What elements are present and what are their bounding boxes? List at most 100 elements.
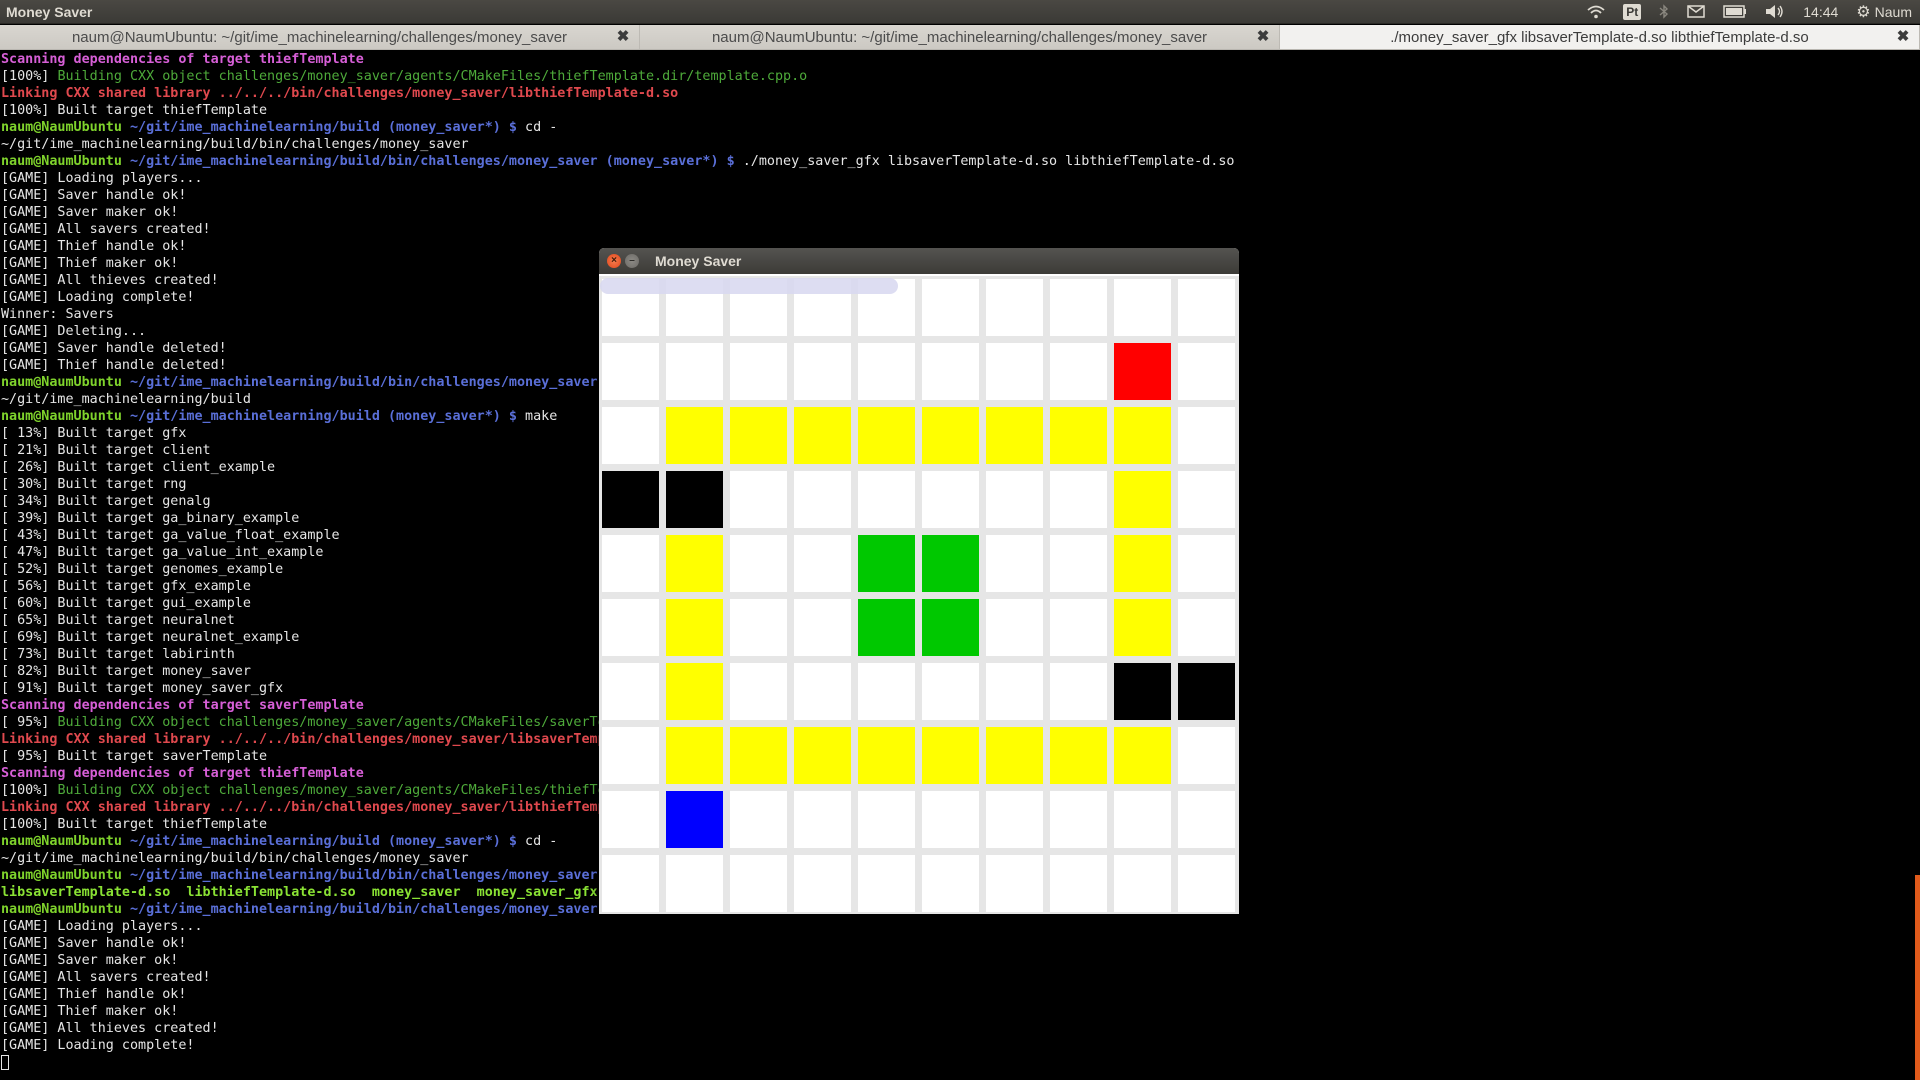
clock[interactable]: 14:44 xyxy=(1803,4,1838,20)
terminal-text: naum@NaumUbuntu xyxy=(1,409,122,424)
terminal-cursor xyxy=(1,1054,9,1070)
terminal-text: ./money_saver_gfx libsaverTemplate-d.so … xyxy=(734,154,1235,169)
empty-cell xyxy=(602,407,659,464)
keyboard-layout-indicator[interactable]: Pt xyxy=(1623,3,1642,20)
empty-cell xyxy=(1178,791,1235,848)
wall-cell xyxy=(1050,407,1107,464)
wall-cell xyxy=(794,407,851,464)
tab-label: naum@NaumUbuntu: ~/git/ime_machinelearni… xyxy=(711,28,1208,46)
terminal-text: [100%] Built target thiefTemplate xyxy=(1,817,268,832)
terminal-text: [GAME] Saver handle deleted! xyxy=(1,341,227,356)
empty-cell xyxy=(986,343,1043,400)
close-icon[interactable]: ✖ xyxy=(1255,29,1271,45)
terminal-text: [GAME] Thief handle deleted! xyxy=(1,358,227,373)
terminal-line: Scanning dependencies of target thiefTem… xyxy=(1,51,1920,68)
window-close-icon[interactable]: × xyxy=(607,254,621,268)
terminal-tab-3[interactable]: ./money_saver_gfx libsaverTemplate-d.so … xyxy=(1280,25,1920,49)
mail-icon[interactable] xyxy=(1687,5,1705,18)
terminal-text: [ 34%] Built target genalg xyxy=(1,494,211,509)
money-cell xyxy=(922,535,979,592)
terminal-text: [ 95%] Built target saverTemplate xyxy=(1,749,268,764)
indicator-area: Pt 14:44 ⚙ Naum xyxy=(1587,2,1920,22)
terminal-line: [GAME] All savers created! xyxy=(1,969,1920,986)
battery-icon[interactable] xyxy=(1723,5,1747,18)
empty-cell xyxy=(986,855,1043,912)
wifi-icon[interactable] xyxy=(1587,5,1605,19)
close-icon[interactable]: ✖ xyxy=(1895,29,1911,45)
terminal-line: Linking CXX shared library ../../../bin/… xyxy=(1,85,1920,102)
wall-cell xyxy=(858,727,915,784)
terminal-line: [GAME] All savers created! xyxy=(1,221,1920,238)
empty-cell xyxy=(922,791,979,848)
terminal-text: [GAME] Loading players... xyxy=(1,919,203,934)
terminal-tab-1[interactable]: naum@NaumUbuntu: ~/git/ime_machinelearni… xyxy=(0,25,640,49)
empty-cell xyxy=(858,471,915,528)
terminal-text: [GAME] Thief maker ok! xyxy=(1,1004,179,1019)
terminal-text: [GAME] Loading players... xyxy=(1,171,203,186)
terminal-text: Building CXX object challenges/money_sav… xyxy=(57,69,808,84)
empty-cell xyxy=(1050,343,1107,400)
tab-label: ./money_saver_gfx libsaverTemplate-d.so … xyxy=(1390,28,1809,46)
terminal-line: [GAME] Loading complete! xyxy=(1,1037,1920,1054)
terminal-text: [ 43%] Built target ga_value_float_examp… xyxy=(1,528,340,543)
terminal-text: [GAME] Saver maker ok! xyxy=(1,205,179,220)
user-menu[interactable]: ⚙ Naum xyxy=(1856,2,1912,22)
wall-cell xyxy=(730,727,787,784)
wall-cell xyxy=(666,535,723,592)
terminal-line: [100%] Building CXX object challenges/mo… xyxy=(1,68,1920,85)
keyboard-layout-label: Pt xyxy=(1623,3,1642,20)
empty-cell xyxy=(1050,535,1107,592)
empty-cell xyxy=(730,855,787,912)
empty-cell xyxy=(794,343,851,400)
wall-cell xyxy=(922,727,979,784)
empty-cell xyxy=(602,727,659,784)
empty-cell xyxy=(602,535,659,592)
empty-cell xyxy=(922,471,979,528)
empty-cell xyxy=(986,535,1043,592)
terminal-text: [GAME] All thieves created! xyxy=(1,1021,219,1036)
terminal-text: Scanning dependencies of target thiefTem… xyxy=(1,766,364,781)
window-titlebar[interactable]: × – Money Saver xyxy=(599,248,1239,274)
terminal-text: [ 60%] Built target gui_example xyxy=(1,596,251,611)
terminal-text: Building CXX object challenges/money_sav… xyxy=(57,715,606,730)
top-panel: Money Saver Pt 14:44 ⚙ Naum xyxy=(0,0,1920,24)
empty-cell xyxy=(1114,279,1171,336)
terminal-text: ~/git/ime_machinelearning/build (money_s… xyxy=(121,409,517,424)
terminal-text: ~/git/ime_machinelearning/build (money_s… xyxy=(121,120,517,135)
window-minimize-icon[interactable]: – xyxy=(625,254,639,268)
terminal-text: naum@NaumUbuntu xyxy=(1,834,122,849)
empty-cell xyxy=(986,791,1043,848)
close-icon[interactable]: ✖ xyxy=(615,29,631,45)
terminal-text: [ 65%] Built target neuralnet xyxy=(1,613,235,628)
terminal-text: ~/git/ime_machinelearning/build/bin/chal… xyxy=(121,902,598,917)
empty-cell xyxy=(922,855,979,912)
terminal-text: ~/git/ime_machinelearning/build (money_s… xyxy=(121,834,517,849)
terminal-tab-2[interactable]: naum@NaumUbuntu: ~/git/ime_machinelearni… xyxy=(640,25,1280,49)
terminal-line: [GAME] Saver handle ok! xyxy=(1,935,1920,952)
empty-cell xyxy=(922,663,979,720)
terminal-text: ~/git/ime_machinelearning/build xyxy=(1,392,251,407)
tab-label: naum@NaumUbuntu: ~/git/ime_machinelearni… xyxy=(71,28,568,46)
user-name: Naum xyxy=(1874,3,1912,20)
terminal-line: [GAME] All thieves created! xyxy=(1,1020,1920,1037)
empty-cell xyxy=(794,791,851,848)
saver-cell xyxy=(666,791,723,848)
terminal-line: naum@NaumUbuntu ~/git/ime_machinelearnin… xyxy=(1,119,1920,136)
terminal-text: ~/git/ime_machinelearning/build/bin/chal… xyxy=(1,851,469,866)
terminal-line: [GAME] Loading players... xyxy=(1,918,1920,935)
thief-cell xyxy=(1114,343,1171,400)
empty-cell xyxy=(794,535,851,592)
terminal-text: cd - xyxy=(516,834,558,849)
terminal-text: [GAME] All savers created! xyxy=(1,222,211,237)
terminal-text: [GAME] Thief handle ok! xyxy=(1,239,187,254)
empty-cell xyxy=(1178,343,1235,400)
exit-cell xyxy=(1178,663,1235,720)
volume-icon[interactable] xyxy=(1765,4,1785,19)
terminal-text: Linking CXX shared library ../../../bin/… xyxy=(1,800,606,815)
terminal-text: [ 26%] Built target client_example xyxy=(1,460,276,475)
terminal-text: Linking CXX shared library ../../../bin/… xyxy=(1,86,679,101)
bluetooth-icon[interactable] xyxy=(1659,4,1669,19)
wall-cell xyxy=(1114,727,1171,784)
empty-cell xyxy=(1050,471,1107,528)
empty-cell xyxy=(1178,855,1235,912)
